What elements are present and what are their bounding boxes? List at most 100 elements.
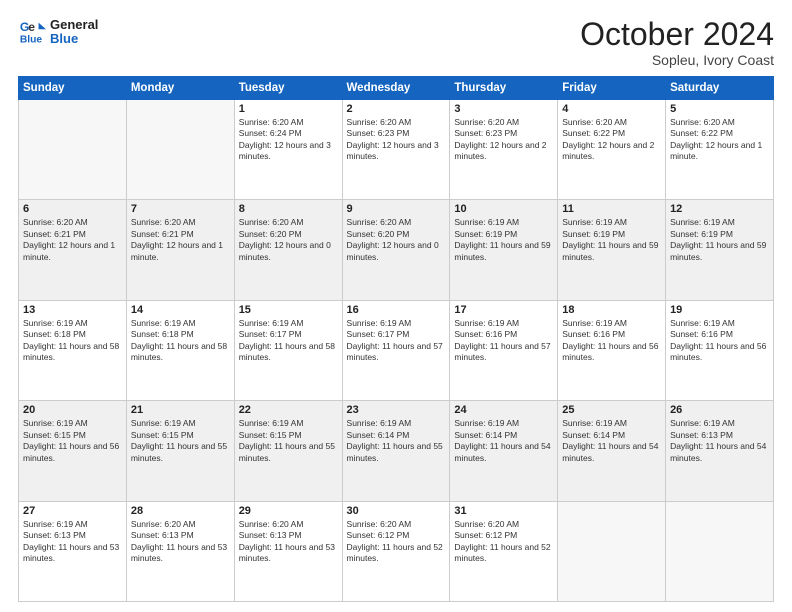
day-number: 7 [131, 203, 230, 215]
calendar-cell: 20 Sunrise: 6:19 AM Sunset: 6:15 PM Dayli… [19, 401, 127, 501]
cell-info: Sunrise: 6:19 AM Sunset: 6:19 PM Dayligh… [562, 217, 661, 263]
weekday-header-saturday: Saturday [666, 77, 774, 100]
day-number: 12 [670, 203, 769, 215]
cell-info: Sunrise: 6:19 AM Sunset: 6:15 PM Dayligh… [131, 418, 230, 464]
calendar-cell [666, 501, 774, 601]
logo-line2: Blue [50, 32, 98, 46]
day-number: 9 [347, 203, 446, 215]
calendar-cell: 13 Sunrise: 6:19 AM Sunset: 6:18 PM Dayli… [19, 300, 127, 400]
calendar-cell: 21 Sunrise: 6:19 AM Sunset: 6:15 PM Dayli… [126, 401, 234, 501]
cell-info: Sunrise: 6:20 AM Sunset: 6:20 PM Dayligh… [239, 217, 338, 263]
cell-info: Sunrise: 6:20 AM Sunset: 6:24 PM Dayligh… [239, 117, 338, 163]
cell-info: Sunrise: 6:19 AM Sunset: 6:16 PM Dayligh… [670, 318, 769, 364]
day-number: 5 [670, 103, 769, 115]
month-title: October 2024 [580, 18, 774, 50]
day-number: 22 [239, 404, 338, 416]
day-number: 10 [454, 203, 553, 215]
calendar-cell: 27Sunrise: 6:19 AM Sunset: 6:13 PM Dayli… [19, 501, 127, 601]
cell-info: Sunrise: 6:19 AM Sunset: 6:17 PM Dayligh… [239, 318, 338, 364]
calendar-cell: 9 Sunrise: 6:20 AM Sunset: 6:20 PM Daylig… [342, 200, 450, 300]
cell-info: Sunrise: 6:20 AM Sunset: 6:13 PM Dayligh… [239, 519, 338, 565]
cell-info: Sunrise: 6:20 AM Sunset: 6:20 PM Dayligh… [347, 217, 446, 263]
logo-line1: General [50, 18, 98, 32]
cell-info: Sunrise: 6:20 AM Sunset: 6:23 PM Dayligh… [454, 117, 553, 163]
calendar-cell: 1 Sunrise: 6:20 AM Sunset: 6:24 PM Daylig… [234, 100, 342, 200]
day-number: 20 [23, 404, 122, 416]
calendar-row-4: 27Sunrise: 6:19 AM Sunset: 6:13 PM Dayli… [19, 501, 774, 601]
calendar-cell: 12 Sunrise: 6:19 AM Sunset: 6:19 PM Dayli… [666, 200, 774, 300]
cell-info: Sunrise: 6:19 AM Sunset: 6:15 PM Dayligh… [23, 418, 122, 464]
day-number: 14 [131, 304, 230, 316]
calendar-cell: 24 Sunrise: 6:19 AM Sunset: 6:14 PM Dayli… [450, 401, 558, 501]
day-number: 13 [23, 304, 122, 316]
weekday-header-sunday: Sunday [19, 77, 127, 100]
calendar-cell: 10 Sunrise: 6:19 AM Sunset: 6:19 PM Dayli… [450, 200, 558, 300]
weekday-header-monday: Monday [126, 77, 234, 100]
calendar-cell: 17Sunrise: 6:19 AM Sunset: 6:16 PM Dayli… [450, 300, 558, 400]
calendar-cell: 7Sunrise: 6:20 AM Sunset: 6:21 PM Daylig… [126, 200, 234, 300]
calendar-cell: 30Sunrise: 6:20 AM Sunset: 6:12 PM Dayli… [342, 501, 450, 601]
calendar-cell: 15 Sunrise: 6:19 AM Sunset: 6:17 PM Dayli… [234, 300, 342, 400]
day-number: 16 [347, 304, 446, 316]
day-number: 24 [454, 404, 553, 416]
calendar-cell: 26Sunrise: 6:19 AM Sunset: 6:13 PM Dayli… [666, 401, 774, 501]
cell-info: Sunrise: 6:19 AM Sunset: 6:18 PM Dayligh… [131, 318, 230, 364]
calendar-cell: 3 Sunrise: 6:20 AM Sunset: 6:23 PM Daylig… [450, 100, 558, 200]
day-number: 29 [239, 505, 338, 517]
cell-info: Sunrise: 6:19 AM Sunset: 6:14 PM Dayligh… [562, 418, 661, 464]
calendar-table: SundayMondayTuesdayWednesdayThursdayFrid… [18, 76, 774, 602]
weekday-header-tuesday: Tuesday [234, 77, 342, 100]
calendar-cell: 19 Sunrise: 6:19 AM Sunset: 6:16 PM Dayli… [666, 300, 774, 400]
calendar-cell: 22Sunrise: 6:19 AM Sunset: 6:15 PM Dayli… [234, 401, 342, 501]
cell-info: Sunrise: 6:19 AM Sunset: 6:19 PM Dayligh… [670, 217, 769, 263]
calendar-row-0: 1 Sunrise: 6:20 AM Sunset: 6:24 PM Daylig… [19, 100, 774, 200]
day-number: 19 [670, 304, 769, 316]
logo: G e Blue General Blue [18, 18, 98, 47]
calendar-row-2: 13 Sunrise: 6:19 AM Sunset: 6:18 PM Dayli… [19, 300, 774, 400]
cell-info: Sunrise: 6:19 AM Sunset: 6:14 PM Dayligh… [347, 418, 446, 464]
calendar-cell: 11Sunrise: 6:19 AM Sunset: 6:19 PM Dayli… [558, 200, 666, 300]
calendar-cell: 31Sunrise: 6:20 AM Sunset: 6:12 PM Dayli… [450, 501, 558, 601]
cell-info: Sunrise: 6:20 AM Sunset: 6:21 PM Dayligh… [23, 217, 122, 263]
weekday-header-thursday: Thursday [450, 77, 558, 100]
calendar-cell: 8 Sunrise: 6:20 AM Sunset: 6:20 PM Daylig… [234, 200, 342, 300]
calendar-cell [558, 501, 666, 601]
cell-info: Sunrise: 6:20 AM Sunset: 6:23 PM Dayligh… [347, 117, 446, 163]
cell-info: Sunrise: 6:20 AM Sunset: 6:13 PM Dayligh… [131, 519, 230, 565]
calendar-cell: 4Sunrise: 6:20 AM Sunset: 6:22 PM Daylig… [558, 100, 666, 200]
title-area: October 2024 Sopleu, Ivory Coast [580, 18, 774, 68]
day-number: 1 [239, 103, 338, 115]
calendar-cell: 14 Sunrise: 6:19 AM Sunset: 6:18 PM Dayli… [126, 300, 234, 400]
day-number: 21 [131, 404, 230, 416]
day-number: 25 [562, 404, 661, 416]
day-number: 28 [131, 505, 230, 517]
cell-info: Sunrise: 6:19 AM Sunset: 6:19 PM Dayligh… [454, 217, 553, 263]
calendar-cell: 5Sunrise: 6:20 AM Sunset: 6:22 PM Daylig… [666, 100, 774, 200]
svg-text:Blue: Blue [20, 35, 43, 46]
cell-info: Sunrise: 6:19 AM Sunset: 6:14 PM Dayligh… [454, 418, 553, 464]
cell-info: Sunrise: 6:19 AM Sunset: 6:16 PM Dayligh… [562, 318, 661, 364]
calendar-cell: 18 Sunrise: 6:19 AM Sunset: 6:16 PM Dayli… [558, 300, 666, 400]
day-number: 27 [23, 505, 122, 517]
calendar-cell: 28 Sunrise: 6:20 AM Sunset: 6:13 PM Dayli… [126, 501, 234, 601]
weekday-header-friday: Friday [558, 77, 666, 100]
cell-info: Sunrise: 6:19 AM Sunset: 6:16 PM Dayligh… [454, 318, 553, 364]
cell-info: Sunrise: 6:20 AM Sunset: 6:12 PM Dayligh… [454, 519, 553, 565]
day-number: 3 [454, 103, 553, 115]
cell-info: Sunrise: 6:19 AM Sunset: 6:18 PM Dayligh… [23, 318, 122, 364]
cell-info: Sunrise: 6:19 AM Sunset: 6:13 PM Dayligh… [670, 418, 769, 464]
calendar-row-3: 20 Sunrise: 6:19 AM Sunset: 6:15 PM Dayli… [19, 401, 774, 501]
day-number: 8 [239, 203, 338, 215]
day-number: 18 [562, 304, 661, 316]
calendar-cell [19, 100, 127, 200]
calendar-cell [126, 100, 234, 200]
logo-icon: G e Blue [18, 18, 46, 46]
day-number: 23 [347, 404, 446, 416]
calendar-header-row: SundayMondayTuesdayWednesdayThursdayFrid… [19, 77, 774, 100]
calendar-cell: 6 Sunrise: 6:20 AM Sunset: 6:21 PM Daylig… [19, 200, 127, 300]
day-number: 4 [562, 103, 661, 115]
calendar-cell: 29 Sunrise: 6:20 AM Sunset: 6:13 PM Dayli… [234, 501, 342, 601]
calendar-cell: 16Sunrise: 6:19 AM Sunset: 6:17 PM Dayli… [342, 300, 450, 400]
day-number: 6 [23, 203, 122, 215]
day-number: 15 [239, 304, 338, 316]
